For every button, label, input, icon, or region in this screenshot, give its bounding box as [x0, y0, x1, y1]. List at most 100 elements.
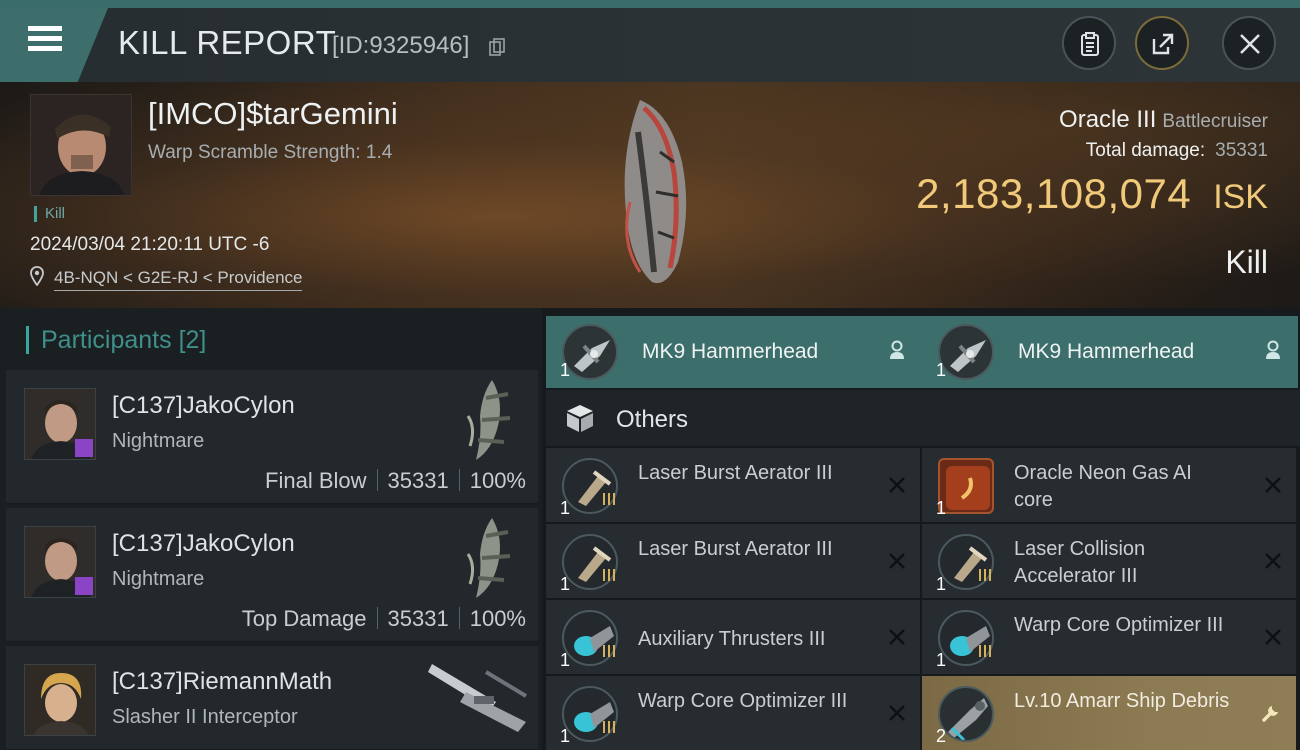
hammerhead-drone-icon — [950, 340, 986, 372]
item-icon — [938, 686, 994, 742]
total-damage: Total damage: 35331 — [1086, 140, 1268, 162]
corp-role-badge — [75, 439, 93, 457]
participants-title: Participants [2] — [26, 326, 206, 354]
hamburger-menu-icon-bar — [28, 36, 62, 41]
participant-avatar — [24, 664, 96, 736]
close-button[interactable] — [1222, 16, 1276, 70]
item-quantity: 1 — [936, 650, 947, 670]
hamburger-menu-icon — [28, 26, 62, 31]
participant-row[interactable]: [C137]JakoCylon Nightmare Final Blow 3533… — [6, 370, 538, 504]
item-cell[interactable]: 2 Lv.10 Amarr Ship Debris — [922, 676, 1296, 750]
item-quantity: 1 — [560, 498, 571, 518]
victim-avatar[interactable] — [30, 94, 132, 196]
destroyed-x-icon — [1265, 553, 1281, 569]
item-cell[interactable]: 1 Warp Core Optimizer III — [922, 600, 1296, 674]
wrench-icon — [1262, 706, 1278, 722]
victim-ship-class: Battlecruiser — [1162, 111, 1268, 132]
participant-name[interactable]: [C137]RiemannMath — [112, 668, 332, 696]
item-name: Laser Collision Accelerator III — [1014, 538, 1146, 587]
share-icon — [1152, 33, 1174, 55]
participant-ship-image — [466, 380, 511, 460]
item-quantity: 2 — [936, 726, 947, 746]
participant-role: Final Blow — [265, 468, 367, 493]
destroyed-x-icon — [1265, 629, 1281, 645]
isk-value: 2,183,108,074 — [916, 170, 1192, 217]
tier-three-icon — [979, 569, 991, 581]
item-quantity: 1 — [560, 574, 571, 594]
kill-tag: Kill — [34, 206, 65, 222]
participant-role: Top Damage — [241, 606, 367, 631]
warp-scramble-strength: Warp Scramble Strength: 1.4 — [148, 142, 393, 163]
total-damage-value: 35331 — [1215, 140, 1268, 161]
ship-debris-icon — [948, 698, 988, 740]
ai-core-icon — [946, 466, 990, 510]
participant-ship: Slasher II Interceptor — [112, 706, 298, 728]
person-icon — [1266, 340, 1280, 359]
tier-three-icon — [603, 645, 615, 657]
tier-three-icon — [603, 721, 615, 733]
others-section-header: Others — [546, 390, 1300, 446]
close-icon — [1240, 34, 1260, 54]
item-name: MK9 Hammerhead — [642, 340, 819, 363]
item-quantity: 1 — [936, 498, 947, 518]
item-quantity: 1 — [560, 650, 571, 670]
item-cell[interactable]: 1 Oracle Neon Gas AI core — [922, 448, 1296, 522]
participant-avatar — [24, 388, 96, 460]
item-cell[interactable]: 1 Warp Core Optimizer III — [546, 676, 920, 750]
drone-icon — [562, 324, 618, 380]
drone-item[interactable]: 1 MK9 Hammerhead — [546, 316, 922, 388]
location-pin-icon — [30, 266, 44, 286]
item-cell[interactable]: 1 Laser Burst Aerator III — [546, 448, 920, 522]
drone-icon — [938, 324, 994, 380]
item-name: Laser Burst Aerator III — [638, 538, 833, 560]
participant-name[interactable]: [C137]JakoCylon — [112, 392, 295, 420]
item-cell[interactable]: 1 Laser Burst Aerator III — [546, 524, 920, 598]
item-name: Warp Core Optimizer III — [638, 690, 848, 712]
participant-portrait-image — [25, 665, 95, 735]
participant-ship-image — [428, 664, 528, 732]
item-name: MK9 Hammerhead — [1018, 340, 1195, 363]
participant-row[interactable]: [C137]RiemannMath Slasher II Interceptor — [6, 646, 538, 750]
participants-panel: Participants [2] [C137]JakoCylon Nightma… — [0, 308, 542, 750]
drone-item[interactable]: 1 MK9 Hammerhead — [922, 316, 1298, 388]
victim-portrait-image — [31, 95, 131, 195]
divider — [458, 469, 460, 491]
participant-percent: 100% — [469, 606, 526, 631]
corp-role-badge — [75, 577, 93, 595]
item-cell[interactable]: 1 Laser Collision Accelerator III — [922, 524, 1296, 598]
item-quantity: 1 — [936, 574, 947, 594]
victim-ship-line: Oracle III Battlecruiser — [1059, 106, 1268, 134]
victim-banner: [IMCO]$tarGemini Warp Scramble Strength:… — [0, 82, 1300, 308]
item-name: Laser Burst Aerator III — [638, 462, 833, 484]
destroyed-x-icon — [889, 477, 905, 493]
hamburger-menu-icon-bar — [28, 46, 62, 51]
item-quantity: 1 — [560, 726, 571, 746]
destroyed-x-icon — [889, 629, 905, 645]
victim-name[interactable]: [IMCO]$tarGemini — [148, 96, 398, 132]
participant-avatar — [24, 526, 96, 598]
item-name: Auxiliary Thrusters III — [638, 628, 826, 650]
participant-damage: 35331 — [387, 468, 449, 493]
others-label: Others — [616, 406, 689, 433]
participant-stats: Final Blow 35331 100% — [265, 468, 526, 494]
item-cell[interactable]: 1 Auxiliary Thrusters III — [546, 600, 920, 674]
participant-ship: Nightmare — [112, 568, 205, 590]
share-button[interactable] — [1135, 16, 1189, 70]
participants-count: [2] — [178, 326, 207, 354]
clipboard-button[interactable] — [1062, 16, 1116, 70]
participants-title-label: Participants — [41, 326, 172, 354]
isk-value-row: 2,183,108,074 ISK — [916, 170, 1268, 218]
participant-row[interactable]: [C137]JakoCylon Nightmare Top Damage 3533… — [6, 508, 538, 642]
total-damage-label: Total damage: — [1085, 140, 1206, 161]
clipboard-icon — [1081, 32, 1099, 56]
participant-name[interactable]: [C137]JakoCylon — [112, 530, 295, 558]
copy-icon[interactable] — [489, 38, 505, 56]
destroyed-x-icon — [1265, 477, 1281, 493]
victim-ship-name[interactable]: Oracle III — [1059, 106, 1156, 133]
kill-location-link[interactable]: 4B-NQN < G2E-RJ < Providence — [54, 268, 303, 291]
top-accent-line — [0, 0, 1300, 8]
page-title: KILL REPORT — [118, 24, 337, 61]
destroyed-x-icon — [889, 553, 905, 569]
menu-button[interactable] — [0, 8, 108, 82]
tier-three-icon — [979, 645, 991, 657]
